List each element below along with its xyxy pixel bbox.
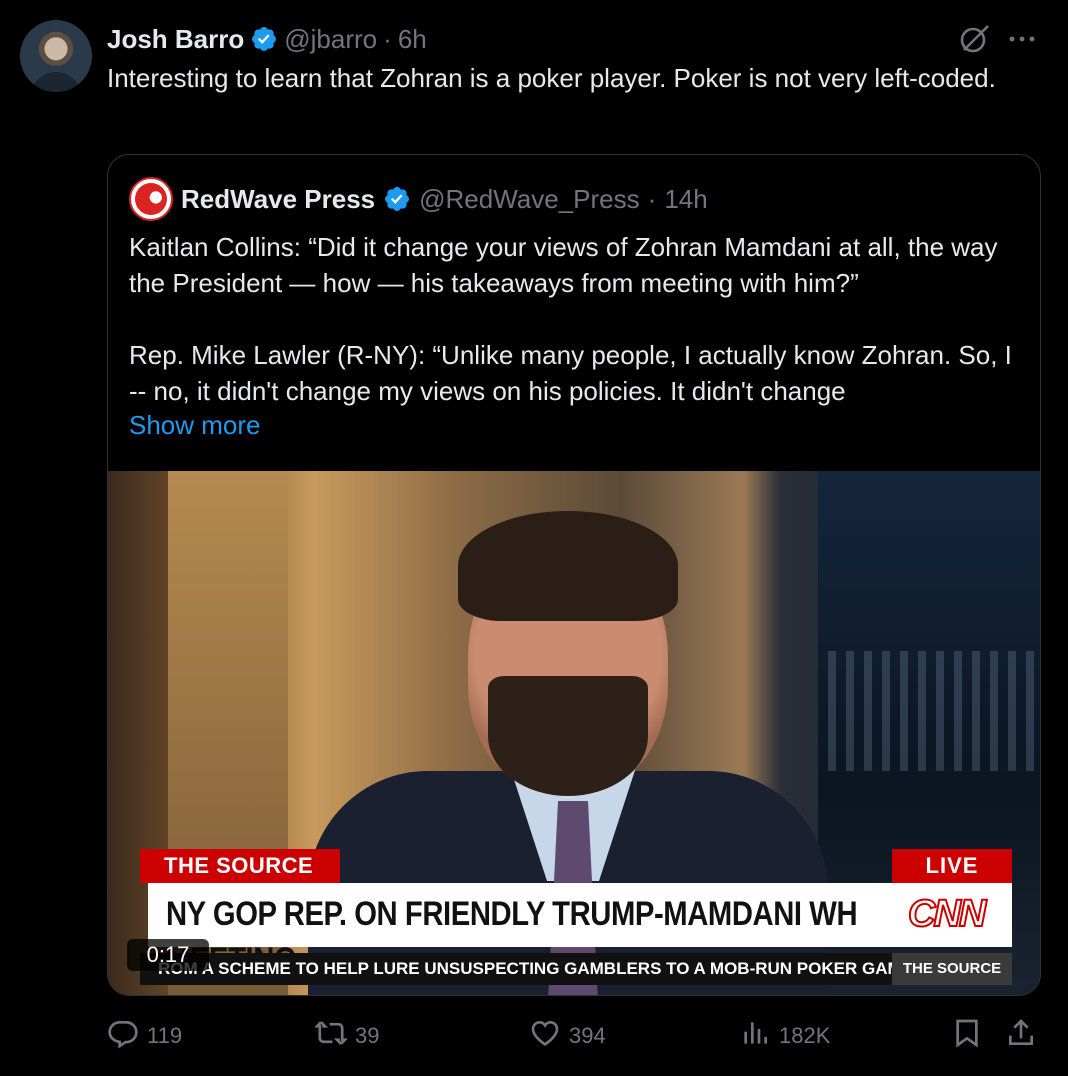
quoted-timestamp: 14h — [664, 183, 708, 214]
repost-button[interactable]: 39 — [313, 1016, 380, 1056]
quoted-tweet[interactable]: RedWave Press @RedWave_Press · 14h Kaitl… — [107, 154, 1041, 996]
views-button[interactable]: 182K — [739, 1016, 830, 1056]
separator: · — [647, 183, 657, 214]
quoted-paragraph: Kaitlan Collins: “Did it change your vie… — [129, 232, 998, 298]
quoted-text: Kaitlan Collins: “Did it change your vie… — [129, 229, 1019, 409]
share-icon — [1005, 1017, 1037, 1055]
heart-icon — [529, 1017, 561, 1055]
grok-icon[interactable] — [958, 22, 992, 56]
show-name-tag: THE SOURCE — [140, 849, 340, 883]
network-logo: CNN — [907, 892, 987, 936]
views-icon — [739, 1017, 771, 1055]
news-lower-third: THE SOURCE LIVE NY GOP REP. ON FRIENDLY … — [108, 471, 1040, 995]
action-bar: 119 39 394 182K — [107, 1016, 1041, 1056]
like-button[interactable]: 394 — [529, 1016, 606, 1056]
live-tag: LIVE — [892, 849, 1012, 883]
bookmark-icon — [951, 1017, 983, 1055]
quoted-author-name[interactable]: RedWave Press — [181, 184, 375, 215]
quoted-header: RedWave Press @RedWave_Press · 14h — [129, 177, 708, 221]
separator: · — [383, 23, 392, 54]
author-handle[interactable]: @jbarro — [284, 24, 377, 55]
repost-count: 39 — [355, 1023, 380, 1048]
tweet-text: Interesting to learn that Zohran is a po… — [107, 63, 996, 93]
verified-badge-icon — [383, 185, 411, 213]
quoted-paragraph: Rep. Mike Lawler (R-NY): “Unlike many pe… — [129, 340, 1012, 406]
author-name[interactable]: Josh Barro — [107, 24, 244, 55]
ticker-brand: THE SOURCE — [892, 953, 1012, 985]
share-button[interactable] — [1005, 1016, 1037, 1056]
news-ticker: ROM A SCHEME TO HELP LURE UNSUSPECTING G… — [140, 953, 1012, 985]
quoted-avatar[interactable] — [129, 177, 173, 221]
more-icon[interactable] — [1004, 26, 1040, 52]
bookmark-button[interactable] — [951, 1016, 983, 1056]
tweet-header: Josh Barro @jbarro · 6h — [107, 22, 427, 56]
reply-count: 119 — [147, 1023, 183, 1048]
reply-button[interactable]: 119 — [107, 1016, 182, 1056]
show-more-link[interactable]: Show more — [129, 407, 261, 443]
verified-badge-icon[interactable] — [250, 25, 278, 53]
author-avatar[interactable] — [20, 20, 92, 92]
quoted-author-handle: @RedWave_Press — [419, 183, 640, 214]
video-timestamp: 0:17 — [127, 939, 209, 971]
views-count: 182K — [779, 1023, 831, 1048]
like-count: 394 — [569, 1023, 606, 1048]
video-player[interactable]: THE SOURCE LIVE NY GOP REP. ON FRIENDLY … — [108, 471, 1040, 995]
reply-icon — [107, 1017, 139, 1055]
tweet-timestamp[interactable]: 6h — [398, 24, 427, 55]
repost-icon — [313, 1017, 349, 1055]
